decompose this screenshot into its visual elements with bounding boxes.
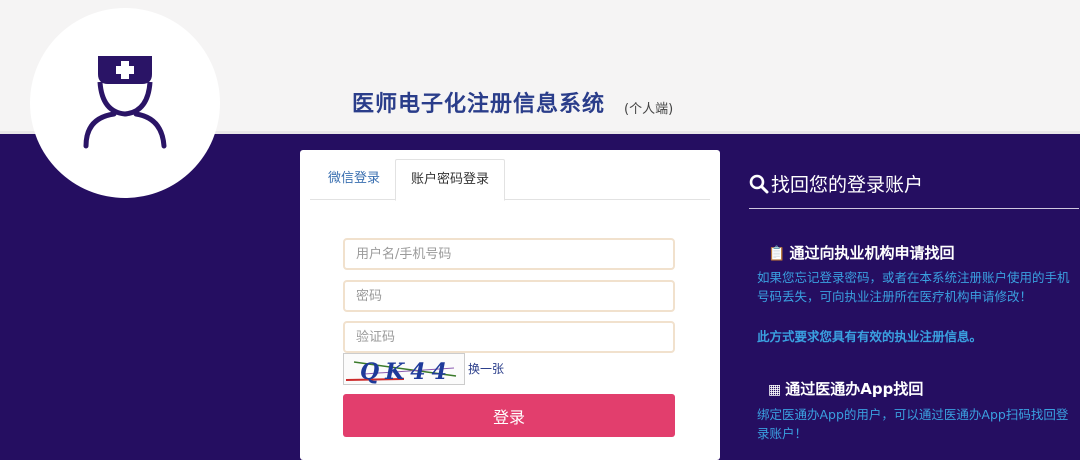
method-institution-description: 如果您忘记登录密码，或者在本系统注册账户使用的手机号码丢失，可向执业注册所在医疗… [757, 270, 1070, 304]
recover-heading: 找回您的登录账户 [749, 170, 923, 197]
captcha-text: QK44 [360, 359, 453, 384]
page-subtitle: (个人端) [624, 102, 674, 117]
tab-account-login[interactable]: 账户密码登录 [395, 159, 505, 201]
recover-heading-text: 找回您的登录账户 [771, 174, 924, 196]
grid-icon: ▦ [768, 382, 782, 398]
login-card: 微信登录 账户密码登录 QK44 换一张 登录 [300, 150, 720, 460]
captcha-image[interactable]: QK44 [343, 353, 465, 385]
search-icon [749, 174, 769, 194]
captcha-refresh-link[interactable]: 换一张 [468, 360, 504, 377]
method-institution-title: 📋 通过向执业机构申请找回 [768, 242, 954, 263]
login-tabs: 微信登录 账户密码登录 [310, 159, 710, 201]
method-app-label: 通过医通办App找回 [785, 380, 924, 398]
username-input[interactable] [343, 238, 675, 270]
logo [30, 8, 220, 198]
method-app-description: 绑定医通办App的用户，可以通过医通办App扫码找回登录账户！ [757, 407, 1069, 441]
doctor-nurse-icon [83, 56, 167, 149]
page-title: 医师电子化注册信息系统 [352, 92, 606, 117]
method-app-title: ▦ 通过医通办App找回 [768, 378, 923, 399]
login-button[interactable]: 登录 [343, 394, 675, 437]
password-input[interactable] [343, 280, 675, 312]
clipboard-icon: 📋 [768, 246, 786, 262]
captcha-input[interactable] [343, 321, 675, 353]
method-institution-label: 通过向执业机构申请找回 [789, 244, 955, 262]
divider [749, 208, 1079, 209]
method-institution-note: 此方式要求您具有有效的执业注册信息。 [757, 329, 983, 344]
tab-wechat-login[interactable]: 微信登录 [314, 159, 394, 199]
